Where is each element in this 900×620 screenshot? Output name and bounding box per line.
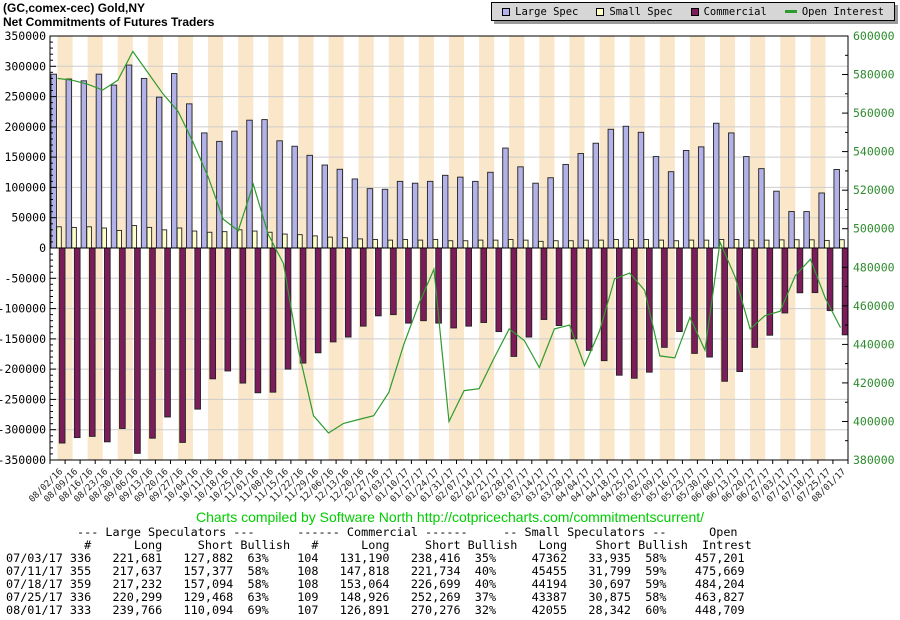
svg-text:-350000: -350000 — [0, 453, 46, 467]
svg-text:420000: 420000 — [853, 376, 895, 390]
svg-text:480000: 480000 — [853, 260, 895, 274]
svg-text:350000: 350000 — [4, 29, 46, 43]
svg-text:200000: 200000 — [4, 120, 46, 134]
cot-net-commitments-chart: -350000 -300000 -250000 -200000 -150000 -1000… — [0, 0, 900, 512]
svg-text:460000: 460000 — [853, 299, 895, 313]
svg-text:-300000: -300000 — [0, 423, 46, 437]
svg-text:0: 0 — [39, 241, 46, 255]
cot-summary-table: --- Large Speculators --- ------ Commerc… — [6, 526, 752, 617]
svg-text:-100000: -100000 — [0, 302, 46, 316]
svg-text:-200000: -200000 — [0, 362, 46, 376]
svg-text:540000: 540000 — [853, 145, 895, 159]
svg-text:250000: 250000 — [4, 90, 46, 104]
svg-text:560000: 560000 — [853, 106, 895, 120]
svg-text:50000: 50000 — [11, 211, 46, 225]
svg-text:-250000: -250000 — [0, 392, 46, 406]
svg-text:440000: 440000 — [853, 337, 895, 351]
svg-text:400000: 400000 — [853, 415, 895, 429]
svg-text:520000: 520000 — [853, 183, 895, 197]
svg-text:150000: 150000 — [4, 150, 46, 164]
svg-text:100000: 100000 — [4, 180, 46, 194]
footer-credit: Charts compiled by Software North http:/… — [0, 509, 900, 525]
svg-text:500000: 500000 — [853, 222, 895, 236]
svg-text:-50000: -50000 — [4, 271, 46, 285]
svg-text:580000: 580000 — [853, 68, 895, 82]
svg-text:380000: 380000 — [853, 453, 895, 467]
svg-text:600000: 600000 — [853, 29, 895, 43]
svg-text:300000: 300000 — [4, 59, 46, 73]
svg-text:-150000: -150000 — [0, 332, 46, 346]
